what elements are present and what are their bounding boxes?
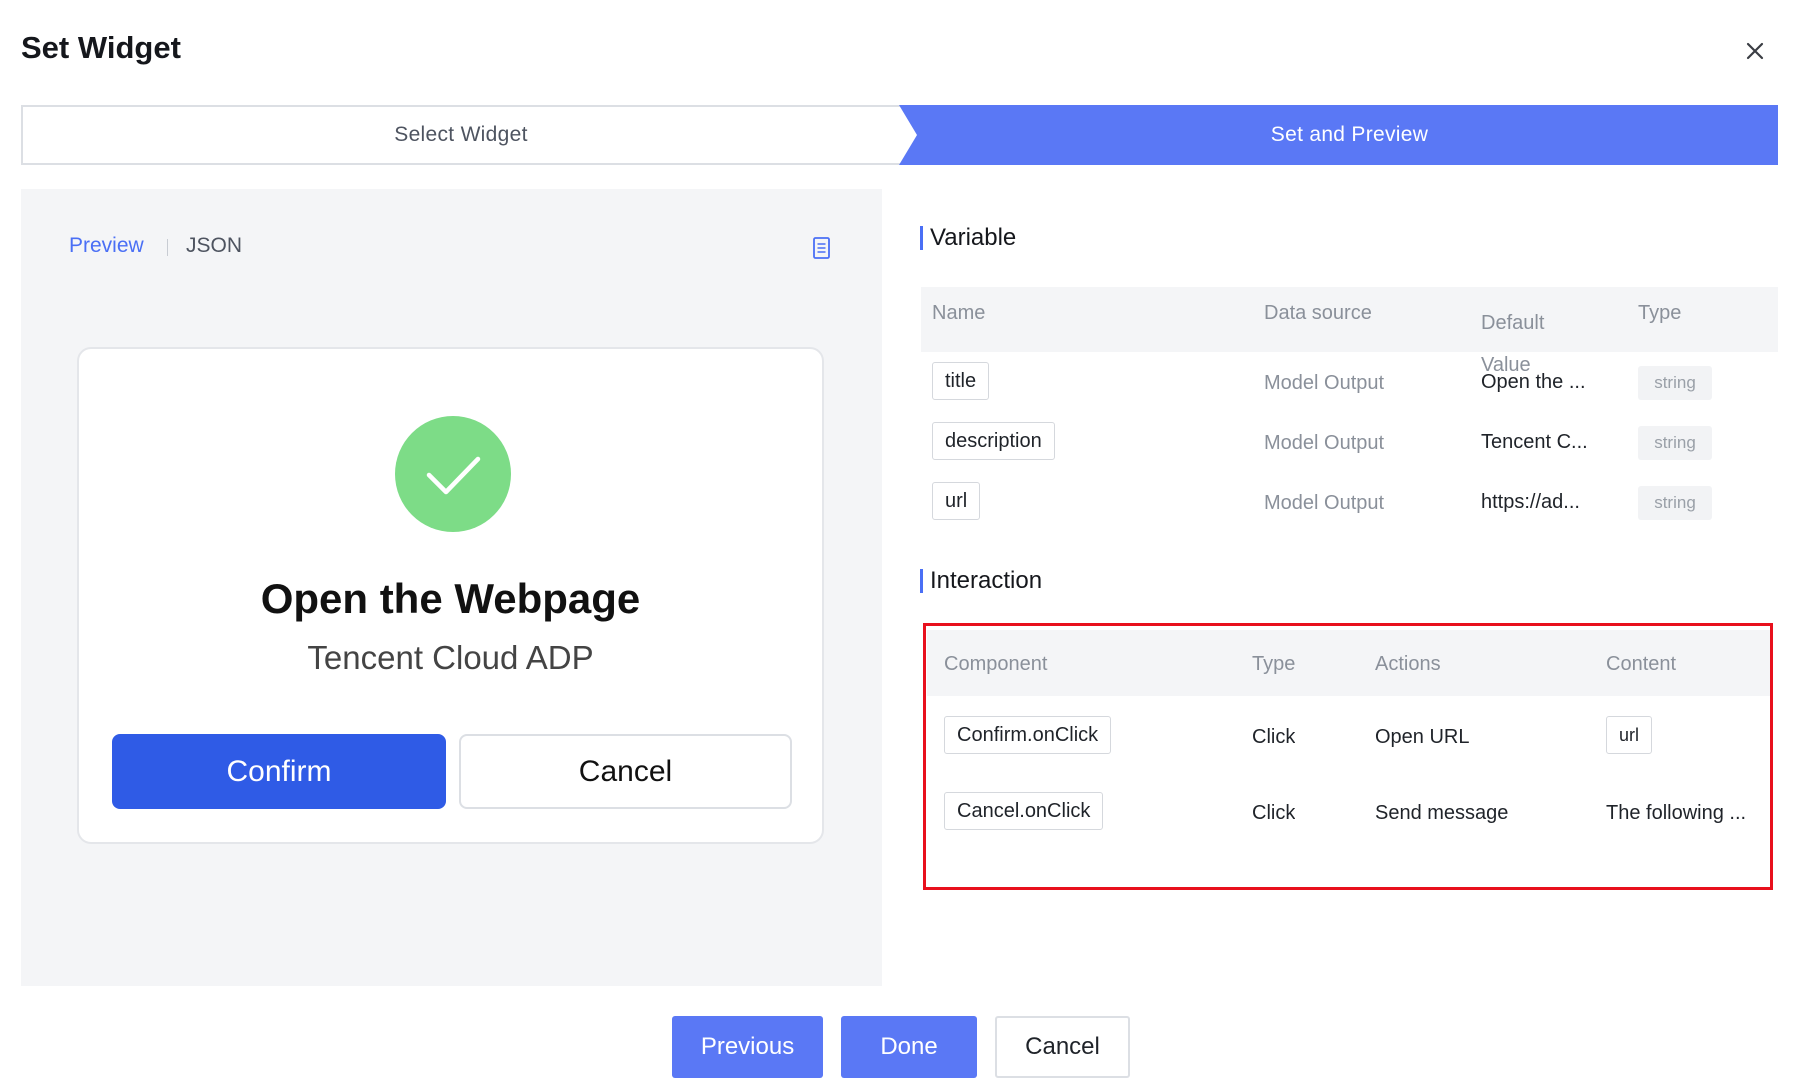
variable-name-tag: url bbox=[932, 482, 981, 520]
preview-panel: Preview JSON Open the Webpage Tencent Cl… bbox=[21, 189, 882, 986]
variable-source: Model Output bbox=[1264, 372, 1385, 394]
tab-divider bbox=[167, 239, 168, 256]
previous-button[interactable]: Previous bbox=[672, 1016, 823, 1078]
variable-name-tag: description bbox=[932, 422, 1055, 460]
variable-col-type: Type bbox=[1638, 302, 1682, 324]
variable-heading: Variable bbox=[930, 224, 1017, 251]
close-button[interactable] bbox=[1740, 36, 1770, 66]
done-button[interactable]: Done bbox=[841, 1016, 977, 1078]
widget-description: Tencent Cloud ADP bbox=[307, 639, 594, 676]
variable-type-badge: string bbox=[1638, 426, 1712, 460]
variable-type-badge: string bbox=[1638, 486, 1712, 520]
variable-type-badge: string bbox=[1638, 366, 1712, 400]
widget-title: Open the Webpage bbox=[260, 575, 641, 622]
variable-source: Model Output bbox=[1264, 492, 1385, 514]
variable-default: Open the ... bbox=[1481, 371, 1586, 393]
check-circle-icon bbox=[395, 416, 511, 532]
variable-section-marker bbox=[920, 226, 923, 250]
tab-json[interactable]: JSON bbox=[186, 234, 242, 258]
interaction-section-marker bbox=[920, 569, 923, 593]
variable-source: Model Output bbox=[1264, 432, 1385, 454]
variable-default: https://ad... bbox=[1481, 491, 1580, 513]
variable-default: Tencent C... bbox=[1481, 431, 1588, 453]
highlight-annotation-box bbox=[923, 623, 1773, 890]
variable-col-name: Name bbox=[932, 302, 986, 324]
widget-cancel-button[interactable]: Cancel bbox=[459, 734, 792, 809]
cancel-button[interactable]: Cancel bbox=[995, 1016, 1130, 1078]
variable-col-source: Data source bbox=[1264, 302, 1372, 324]
dialog-title: Set Widget bbox=[21, 30, 181, 65]
steps-bar: Select Widget Set and Preview bbox=[21, 105, 1778, 165]
step-select-widget[interactable]: Select Widget bbox=[21, 105, 901, 165]
tab-preview[interactable]: Preview bbox=[69, 234, 144, 258]
variable-name-tag: title bbox=[932, 362, 990, 400]
interaction-heading: Interaction bbox=[930, 567, 1043, 594]
document-icon[interactable] bbox=[811, 236, 833, 262]
widget-confirm-button[interactable]: Confirm bbox=[112, 734, 446, 809]
close-icon bbox=[1746, 42, 1764, 60]
widget-card: Open the Webpage Tencent Cloud ADP Confi… bbox=[77, 347, 824, 844]
step-set-and-preview[interactable]: Set and Preview bbox=[921, 105, 1778, 165]
